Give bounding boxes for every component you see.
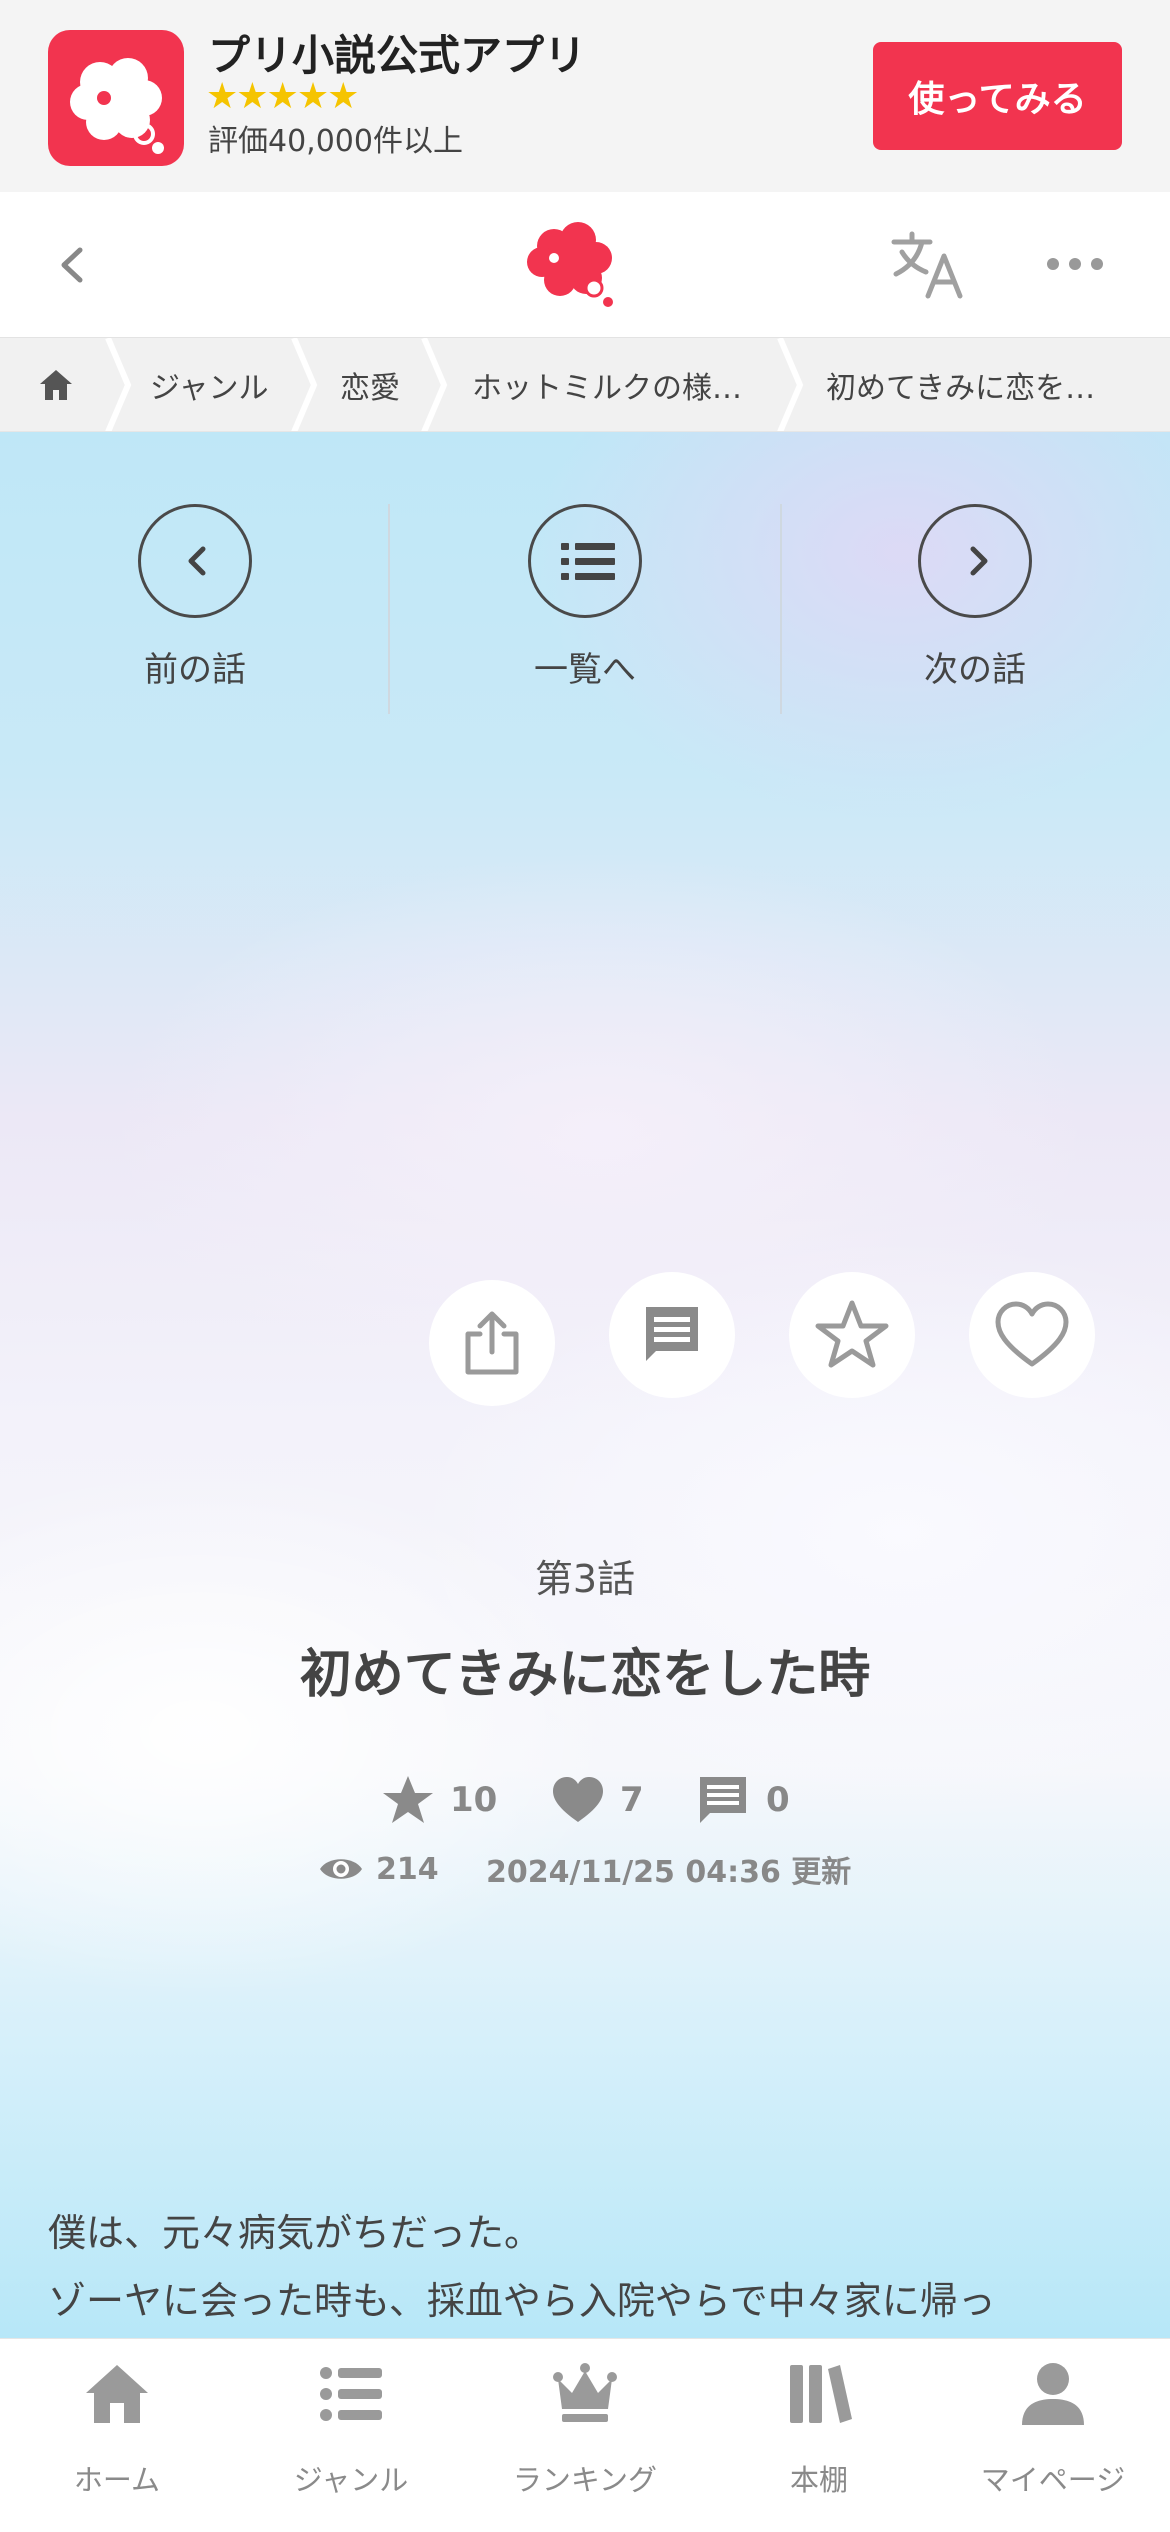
- tab-bookshelf-label: 本棚: [789, 2463, 848, 2497]
- star-icon: [383, 1776, 433, 1823]
- comment-icon: [646, 1307, 698, 1361]
- app-logo-icon[interactable]: [48, 30, 184, 166]
- bottom-tab-bar: ホーム ジャンル ランキング 本棚 マイページ: [0, 2338, 1170, 2532]
- chevron-right-icon: [970, 546, 988, 576]
- episode-title: 初めてきみに恋をした時: [299, 1645, 871, 1705]
- episode-number: 第3話: [534, 1557, 636, 1601]
- breadcrumb-item-romance[interactable]: 恋愛: [340, 338, 400, 431]
- rating-count: 評価40,000件以上: [208, 124, 463, 159]
- home-icon[interactable]: [38, 368, 74, 402]
- star-count-value: 10: [450, 1780, 498, 1820]
- site-header: [0, 192, 1170, 338]
- breadcrumb-separator: [291, 338, 318, 431]
- view-count: 214: [318, 1844, 439, 1894]
- heart-icon: [553, 1777, 603, 1822]
- updated-timestamp: 2024/11/25 04:36 更新: [486, 1855, 852, 1890]
- body-text-line: ゾーヤに会った時も、採血やら入院やらで中々家に帰っ: [48, 2279, 996, 2323]
- prev-circle: [138, 504, 252, 618]
- breadcrumb-item-episode[interactable]: 初めてきみに恋を…: [826, 338, 1095, 431]
- breadcrumb-separator: [777, 338, 804, 431]
- app-title: プリ小説公式アプリ: [208, 31, 587, 80]
- tab-home-label: ホーム: [73, 2463, 161, 2497]
- breadcrumb: ジャンル 恋愛 ホットミルクの様… 初めてきみに恋を…: [0, 338, 1170, 432]
- prev-episode-button[interactable]: 前の話: [0, 504, 390, 704]
- breadcrumb-item-genre[interactable]: ジャンル: [150, 338, 269, 431]
- breadcrumb-item-novel[interactable]: ホットミルクの様…: [472, 338, 742, 431]
- heart-count-value: 7: [620, 1780, 644, 1820]
- tab-mypage-label: マイページ: [980, 2463, 1126, 2497]
- body-text-line: 僕は、元々病気がちだった。: [48, 2211, 543, 2255]
- tab-home[interactable]: ホーム: [0, 2339, 234, 2532]
- list-icon: [320, 2367, 382, 2421]
- breadcrumb-separator: [105, 338, 132, 431]
- next-circle: [918, 504, 1032, 618]
- next-episode-label: 次の話: [924, 650, 1026, 690]
- chevron-left-icon[interactable]: [50, 232, 90, 298]
- tab-mypage[interactable]: マイページ: [936, 2339, 1170, 2532]
- prev-episode-label: 前の話: [144, 650, 246, 690]
- crown-icon: [553, 2363, 617, 2422]
- star-outline-icon: [815, 1300, 889, 1368]
- tab-ranking[interactable]: ランキング: [468, 2339, 702, 2532]
- eye-icon: [320, 1859, 362, 1879]
- like-heart-button[interactable]: [969, 1272, 1095, 1398]
- tab-genre[interactable]: ジャンル: [234, 2339, 468, 2532]
- view-count-value: 214: [376, 1851, 439, 1887]
- more-horizontal-icon[interactable]: [1045, 244, 1105, 284]
- share-button[interactable]: [429, 1280, 555, 1406]
- list-circle: [528, 504, 642, 618]
- heart-count: 7: [550, 1768, 644, 1832]
- home-icon: [86, 2365, 148, 2423]
- tab-ranking-label: ランキング: [512, 2463, 658, 2497]
- comment-icon: [700, 1777, 746, 1823]
- heart-outline-icon: [995, 1301, 1069, 1367]
- app-install-banner: プリ小説公式アプリ ★★★★★ 評価40,000件以上 使ってみる: [0, 0, 1170, 192]
- favorite-star-button[interactable]: [789, 1272, 915, 1398]
- episode-list-label: 一覧へ: [534, 650, 636, 690]
- episode-content: 前の話 一覧へ 次の話 第3話 初めてきみに恋をした時 10 7 0 214 2…: [0, 432, 1170, 2338]
- episode-list-button[interactable]: 一覧へ: [390, 504, 780, 704]
- rating-stars: ★★★★★: [206, 76, 359, 117]
- list-icon: [561, 543, 615, 580]
- star-count: 10: [380, 1768, 497, 1832]
- chevron-left-icon: [188, 546, 206, 576]
- bookshelf-icon: [790, 2365, 852, 2423]
- next-episode-button[interactable]: 次の話: [780, 504, 1170, 704]
- comment-count-value: 0: [766, 1780, 790, 1820]
- comment-button[interactable]: [609, 1272, 735, 1398]
- breadcrumb-separator: [421, 338, 448, 431]
- translate-icon[interactable]: [890, 230, 966, 300]
- tab-genre-label: ジャンル: [293, 2463, 409, 2497]
- comment-count: 0: [696, 1768, 790, 1832]
- try-app-button[interactable]: 使ってみる: [873, 42, 1122, 150]
- user-icon: [1022, 2363, 1084, 2425]
- share-icon: [465, 1311, 519, 1375]
- cloud-logo-icon[interactable]: [520, 216, 624, 308]
- tab-bookshelf[interactable]: 本棚: [702, 2339, 936, 2532]
